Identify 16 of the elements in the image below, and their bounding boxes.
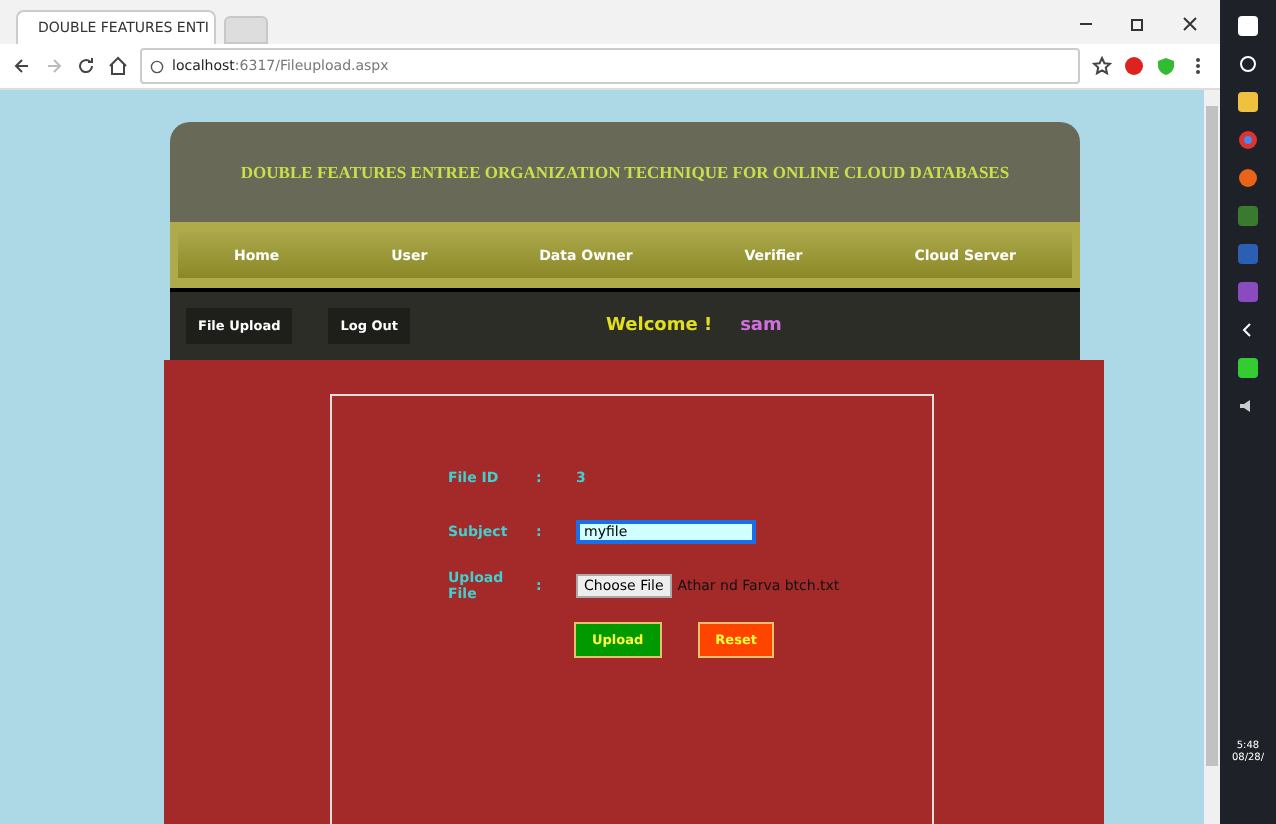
- home-icon[interactable]: [108, 56, 128, 76]
- reload-icon[interactable]: [76, 56, 96, 76]
- back-icon[interactable]: [12, 56, 32, 76]
- search-icon[interactable]: [1238, 54, 1258, 74]
- star-icon[interactable]: [1092, 56, 1112, 76]
- stop-sign-icon[interactable]: [1124, 56, 1144, 76]
- shield-icon[interactable]: [1156, 56, 1176, 76]
- welcome-text: Welcome !: [606, 316, 713, 336]
- browser-icon[interactable]: [1238, 130, 1258, 150]
- restore-icon[interactable]: [1128, 14, 1148, 34]
- folder-icon[interactable]: [1238, 92, 1258, 112]
- user-name: sam: [740, 316, 782, 336]
- close-icon[interactable]: [1180, 14, 1200, 34]
- site-title: DOUBLE FEATURES ENTREE ORGANIZATION TECHNIQUE FOR ONLINE CLOUD DATABASES: [238, 160, 1012, 186]
- start-icon[interactable]: [1238, 16, 1258, 36]
- info-icon: [150, 59, 164, 73]
